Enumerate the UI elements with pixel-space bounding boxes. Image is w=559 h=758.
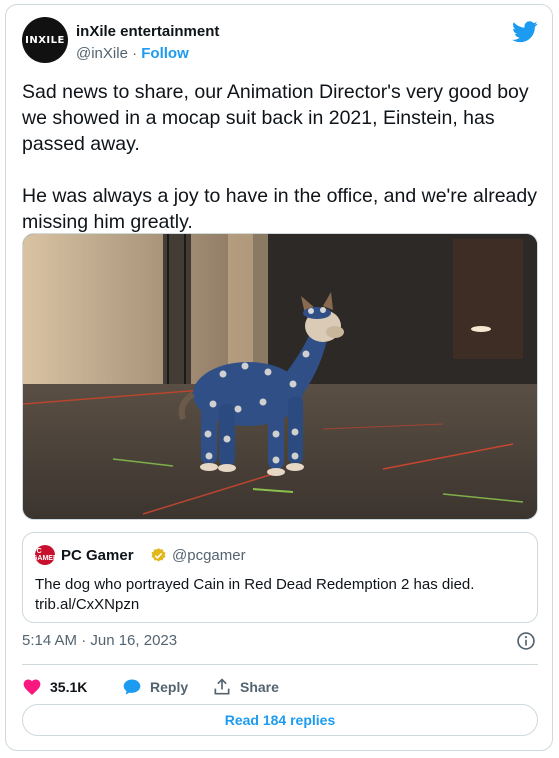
author-name[interactable]: inXile entertainment <box>76 23 219 40</box>
heart-icon <box>23 679 41 695</box>
follow-button[interactable]: Follow <box>141 45 189 62</box>
quoted-avatar-text: PC GAMER <box>31 548 59 562</box>
avatar-logo-text: INXILE <box>25 34 65 46</box>
info-icon[interactable] <box>516 631 536 651</box>
separator-dot: · <box>132 45 138 62</box>
reply-bubble-icon <box>123 679 141 695</box>
tweet-photo[interactable] <box>22 233 538 520</box>
dog-mocap-photo <box>23 234 537 519</box>
like-count: 35.1K <box>50 679 88 695</box>
read-replies-button[interactable]: Read 184 replies <box>22 704 538 736</box>
share-icon <box>214 678 230 695</box>
reply-label: Reply <box>150 679 189 695</box>
like-button[interactable]: 35.1K <box>22 673 87 701</box>
share-label: Share <box>240 679 279 695</box>
quoted-author-name: PC Gamer <box>61 547 134 564</box>
tweet-timestamp[interactable]: 5:14 AM · Jun 16, 2023 <box>22 632 177 649</box>
divider <box>22 664 538 665</box>
action-bar: 35.1K Reply Share <box>22 673 538 701</box>
quoted-tweet[interactable]: PC GAMER PC Gamer @pcgamer The dog who p… <box>22 532 538 623</box>
author-handle[interactable]: @inXile <box>76 45 128 62</box>
author-handle-row: @inXile · Follow <box>76 45 189 62</box>
verified-badge-icon <box>151 548 166 562</box>
twitter-bird-icon[interactable] <box>512 21 538 43</box>
quoted-author-handle: @pcgamer <box>172 547 246 564</box>
tweet-text: Sad news to share, our Animation Directo… <box>22 81 537 233</box>
author-avatar[interactable]: INXILE <box>22 17 68 63</box>
reply-button[interactable]: Reply <box>122 673 188 701</box>
share-button[interactable]: Share <box>212 673 279 701</box>
quoted-tweet-text: The dog who portrayed Cain in Red Dead R… <box>35 576 475 613</box>
quoted-author-avatar: PC GAMER <box>31 545 59 565</box>
tweet-card: INXILE inXile entertainment @inXile · Fo… <box>5 4 553 751</box>
tweet-header: INXILE inXile entertainment @inXile · Fo… <box>22 15 538 65</box>
